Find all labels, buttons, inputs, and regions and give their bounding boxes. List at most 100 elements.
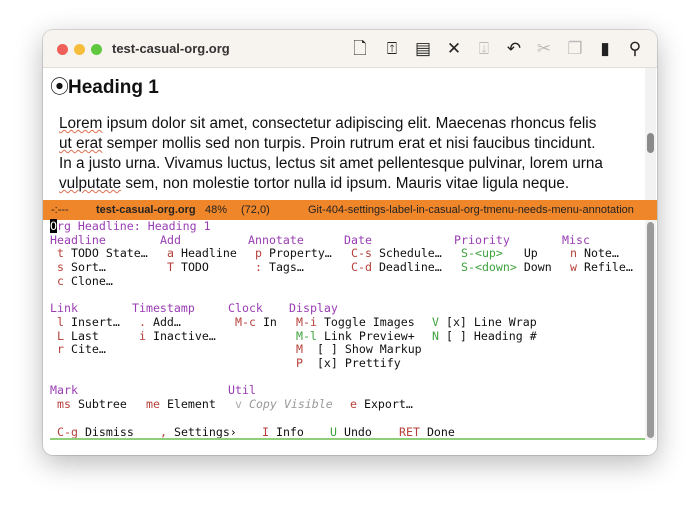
item-label: Tags… [268,260,304,275]
share-icon[interactable]: ⍐ [382,39,402,59]
key-label: V [432,314,439,329]
item-label: [x] Line Wrap [445,314,537,329]
key-label: ms [57,397,71,412]
menu-item-show-markup[interactable]: M [ ] Show Markup [296,342,422,357]
menu-item-link-insert[interactable]: l Insert… [57,314,120,330]
menu-item-export[interactable]: e Export… [350,397,413,412]
item-label: Undo [343,424,372,439]
key-label: : [255,260,262,275]
cut-icon[interactable]: ✂ [534,39,554,59]
download-icon[interactable]: ⍗ [474,39,494,59]
menu-item-add-headline[interactable]: a Headline [167,247,237,261]
document-buffer[interactable]: ⦿Heading 1 Lorem ipsum dolor sit amet, c… [43,68,657,200]
menu-item-todo-state[interactable]: t TODO State… [57,247,148,261]
menu-item-link-preview[interactable]: M-l Link Preview+ [296,329,415,344]
undo-icon[interactable]: ↶ [504,39,524,59]
key-label: C-g [57,424,78,439]
minimize-window-button[interactable] [74,44,85,55]
section-annotate: Annotate [248,232,304,247]
modeline-git-branch[interactable]: Git-404-settings-label-in-casual-org-tme… [308,200,634,220]
menu-item-clock-in[interactable]: M-c In [235,314,277,330]
menu-item-timestamp-inactive[interactable]: i Inactive… [139,328,216,344]
menu-item-refile[interactable]: w Refile… [570,260,633,275]
section-headline: Headline [50,232,106,247]
item-label: Note… [583,246,619,261]
close-icon[interactable]: ✕ [444,39,464,59]
menu-item-heading-numbers[interactable]: N [ ] Heading # [432,329,537,344]
search-icon[interactable]: ⚲ [625,39,645,59]
menu-item-priority-down[interactable]: S-<down> Down [461,260,552,275]
modeline-position: (72,0) [241,204,270,216]
scrollbar-thumb[interactable] [647,133,654,153]
item-label: Toggle Images [323,314,415,329]
item-label: Last [70,328,99,343]
item-label: Sort… [70,260,106,275]
key-label: U [330,424,337,439]
menu-item-priority-up[interactable]: S-<up> Up [461,247,538,261]
item-label: Info [275,424,304,439]
section-util: Util [228,383,256,398]
text-line: In a justo urna. Vivamus luctus, lectus … [59,154,603,174]
menu-item-mark-element[interactable]: me Element [146,397,216,412]
menu-item-tags[interactable]: : Tags… [255,260,304,275]
menu-item-toggle-images[interactable]: M-i Toggle Images [296,314,415,330]
menu-item-cite[interactable]: r Cite… [57,342,106,357]
modeline-buffer-name: test-casual-org.org [96,204,196,216]
modeline-percent: 48% [205,204,228,216]
item-label: Property… [268,246,332,261]
menu-item-property[interactable]: p Property… [255,247,332,261]
org-heading: ⦿Heading 1 [50,72,159,99]
item-label: Refile… [583,260,633,275]
menu-item-clone[interactable]: c Clone… [57,273,113,289]
item-label: Subtree [77,397,127,412]
key-label: C-d [351,260,372,275]
heading-text: Heading 1 [68,77,159,98]
menu-item-sort[interactable]: s Sort… [57,260,106,275]
section-misc: Misc [562,232,590,247]
menu-item-add-todo[interactable]: T TODO [167,260,209,275]
section-add: Add [160,232,181,247]
zoom-window-button[interactable] [91,44,102,55]
key-label: me [146,397,160,412]
key-label: n [570,246,577,261]
menu-item-note[interactable]: n Note… [570,247,619,261]
menu-item-prettify[interactable]: P [x] Prettify [296,356,401,371]
menu-item-deadline[interactable]: C-d Deadline… [351,260,442,275]
item-label: [x] Prettify [316,356,401,370]
new-file-icon[interactable]: 🗋 [350,39,370,59]
section-display: Display [289,301,338,316]
key-label: M-c [235,314,256,329]
menu-item-mark-subtree[interactable]: ms Subtree [57,397,127,412]
item-label: Inactive… [152,328,216,343]
section-date: Date [344,232,372,247]
menu-item-schedule[interactable]: C-s Schedule… [351,247,442,261]
key-label: S-<up> [461,246,503,261]
item-label: Schedule… [378,246,442,261]
key-label: S-<down> [461,260,517,275]
copy-icon[interactable]: ❐ [565,39,585,59]
key-label: , [160,424,167,439]
misspelled-word: vulputate [59,175,122,192]
paste-icon[interactable]: ▮ [595,39,615,59]
casual-org-menu: Org Headline: Heading 1 Headline Add Ann… [43,219,657,455]
key-label: C-s [351,246,372,261]
section-timestamp: Timestamp [132,301,195,316]
menu-item-timestamp-add[interactable]: . Add… [139,314,181,330]
item-label: TODO [180,260,209,275]
item-label: Settings› [173,424,237,439]
key-label: l [57,314,64,329]
menu-scrollbar-thumb[interactable] [647,222,654,438]
menu-item-link-last[interactable]: L Last [57,328,99,344]
close-window-button[interactable] [57,44,68,55]
emacs-window: test-casual-org.org 🗋 ⍐ ▤ ✕ ⍗ ↶ ✂ ❐ ▮ ⚲ … [43,30,657,455]
key-label: M [296,342,303,357]
archive-icon[interactable]: ▤ [413,39,433,59]
item-label: Export… [363,397,413,412]
key-label: . [139,314,146,329]
menu-item-line-wrap[interactable]: V [x] Line Wrap [432,314,537,330]
item-label: Clone… [70,273,113,288]
window-title: test-casual-org.org [112,41,230,56]
key-label: I [262,424,269,439]
title-bar: test-casual-org.org 🗋 ⍐ ▤ ✕ ⍗ ↶ ✂ ❐ ▮ ⚲ [43,30,657,68]
item-label: Element [166,397,216,412]
